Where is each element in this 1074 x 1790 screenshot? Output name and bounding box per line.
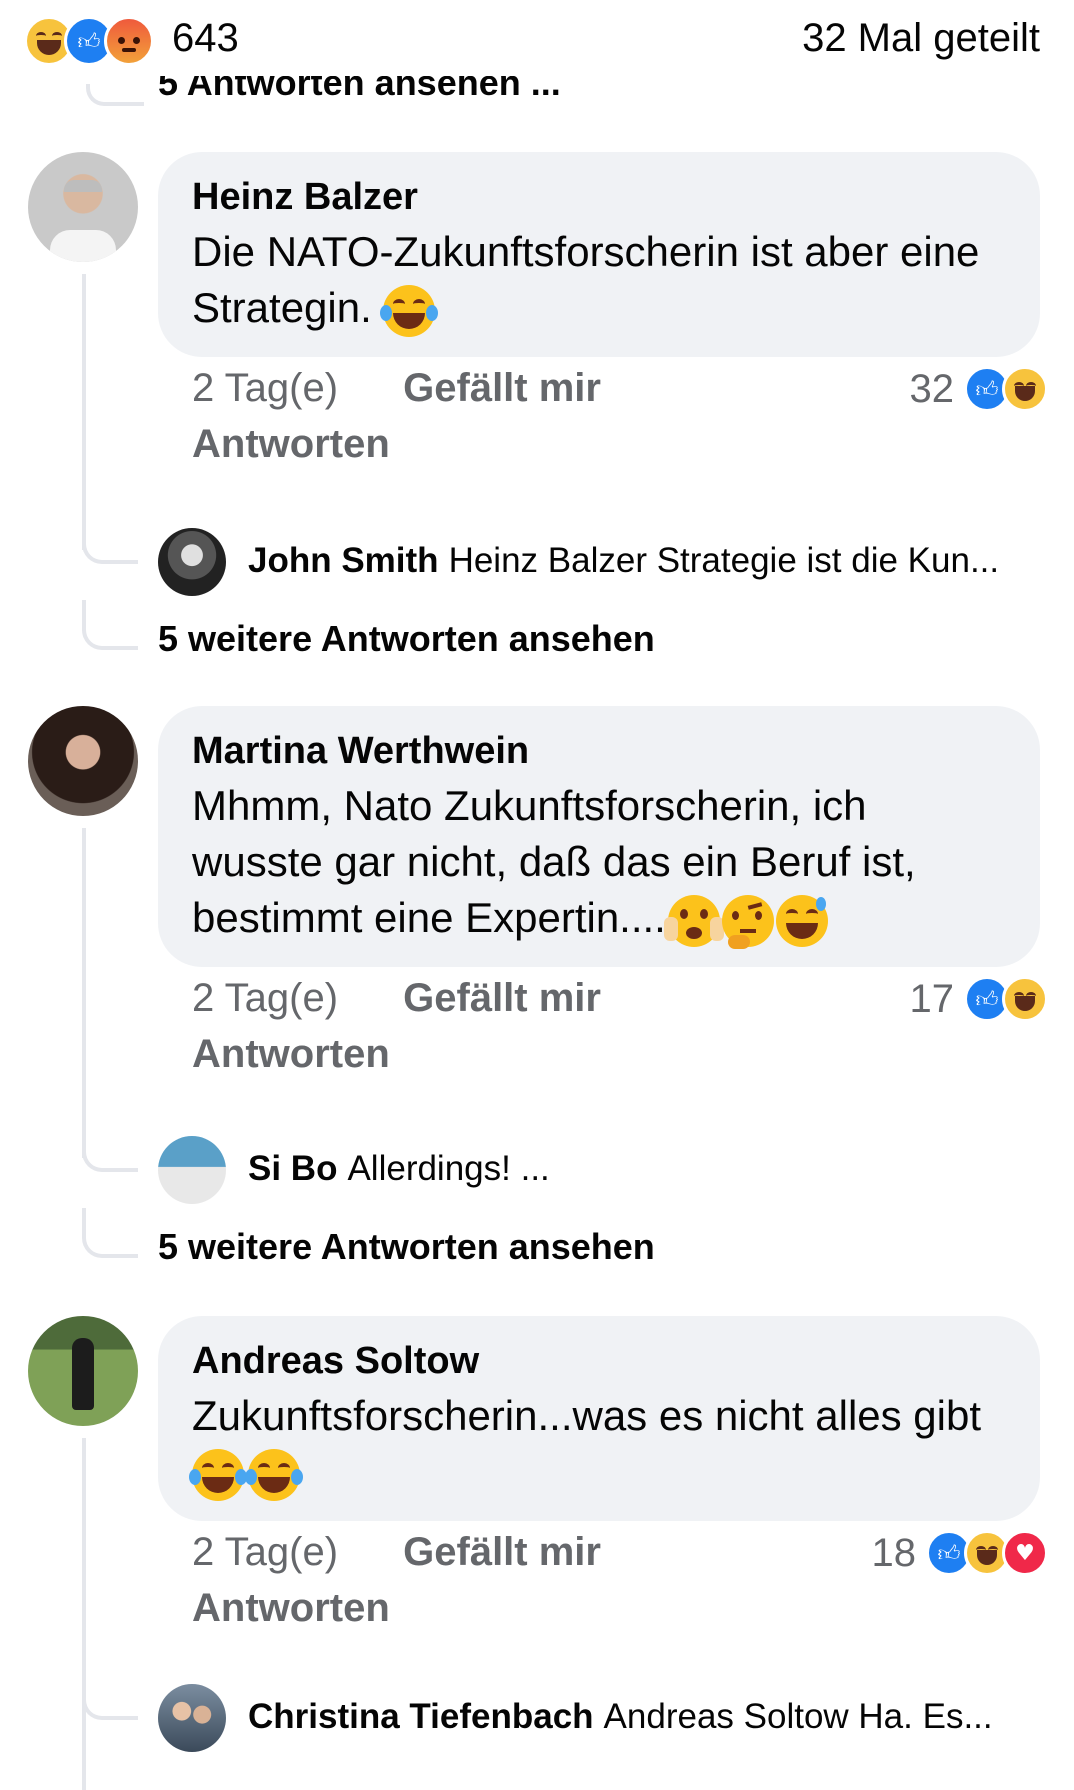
comment-reactions[interactable]: 17 👍︎ [909, 976, 1048, 1022]
comment-author[interactable]: Martina Werthwein [192, 724, 1006, 778]
tears-of-joy-emoji [189, 1448, 247, 1501]
reply-author[interactable]: Christina Tiefenbach [248, 1697, 594, 1737]
tears-of-joy-emoji [245, 1448, 303, 1501]
thread-line [82, 828, 86, 1158]
like-button[interactable]: Gefällt mir [403, 1530, 601, 1574]
comment-text: Die NATO-Zukunftsforscherin ist aber ein… [192, 224, 1006, 337]
avatar[interactable] [158, 1136, 226, 1204]
comment-text: Mhmm, Nato Zukunftsforscherin, ich wusst… [192, 778, 1006, 949]
reply-author[interactable]: Si Bo [248, 1149, 337, 1189]
thread-branch [82, 1676, 138, 1720]
comment-author[interactable]: Andreas Soltow [192, 1334, 1006, 1388]
reply-preview[interactable]: Si Bo Allerdings! ... [248, 1144, 550, 1194]
comment-time[interactable]: 2 Tag(e) [192, 976, 338, 1021]
thread-line [82, 1438, 86, 1790]
reply-author[interactable]: John Smith [248, 541, 439, 581]
avatar[interactable] [28, 1316, 138, 1426]
like-button[interactable]: Gefällt mir [403, 976, 601, 1020]
reply-preview[interactable]: Christina Tiefenbach Andreas Soltow Ha. … [248, 1692, 993, 1742]
comment-body: Die NATO-Zukunftsforscherin ist aber ein… [192, 228, 980, 331]
avatar[interactable] [28, 152, 138, 262]
comment-reactions[interactable]: 18 👍︎ ♥ [871, 1530, 1048, 1576]
reaction-count[interactable]: 643 [172, 14, 239, 62]
haha-icon [1002, 976, 1048, 1022]
angry-icon [104, 16, 154, 66]
comment-reaction-count: 18 [871, 1530, 917, 1575]
reply-text: Allerdings! ... [347, 1149, 550, 1188]
reply-text: Heinz Balzer Strategie ist die Kun... [448, 541, 1000, 580]
comment-meta: 2 Tag(e) Gefällt mir [192, 1530, 601, 1575]
share-count[interactable]: 32 Mal geteilt [802, 14, 1040, 62]
thread-branch [82, 1128, 138, 1172]
thread-branch [82, 520, 138, 564]
thread-line [82, 274, 86, 550]
comment-time[interactable]: 2 Tag(e) [192, 1530, 338, 1575]
thread-line [86, 84, 144, 106]
comment-meta: 2 Tag(e) Gefällt mir [192, 976, 601, 1021]
thread-branch [82, 1208, 138, 1258]
view-more-replies-link[interactable]: 5 weitere Antworten ansehen [158, 618, 655, 660]
reply-button[interactable]: Antworten [192, 1586, 390, 1631]
reply-button[interactable]: Antworten [192, 422, 390, 467]
comment-bubble: Andreas Soltow Zukunftsforscherin...was … [158, 1316, 1040, 1521]
comment-bubble: Heinz Balzer Die NATO-Zukunftsforscherin… [158, 152, 1040, 357]
post-stats-bar: 👍︎ 643 32 Mal geteilt [0, 0, 1074, 76]
comment-reaction-count: 17 [909, 976, 955, 1021]
post-reactions[interactable]: 👍︎ [24, 16, 154, 66]
avatar[interactable] [158, 1684, 226, 1752]
comment-meta: 2 Tag(e) Gefällt mir [192, 366, 601, 411]
comment-author[interactable]: Heinz Balzer [192, 170, 1006, 224]
comment-reaction-count: 32 [909, 366, 955, 411]
avatar[interactable] [28, 706, 138, 816]
sweat-smile-emoji [775, 894, 828, 947]
comment-time[interactable]: 2 Tag(e) [192, 366, 338, 411]
like-button[interactable]: Gefällt mir [403, 366, 601, 410]
scared-face-emoji [663, 894, 724, 947]
haha-icon [1002, 366, 1048, 412]
view-replies-link-cut[interactable]: 5 Antworten ansehen ... [158, 72, 561, 104]
love-icon: ♥ [1002, 1530, 1048, 1576]
comment-text: Zukunftsforscherin...was es nicht alles … [189, 1388, 1006, 1501]
thread-branch [82, 600, 138, 650]
view-more-replies-link[interactable]: 5 weitere Antworten ansehen [158, 1226, 655, 1268]
reply-preview[interactable]: John Smith Heinz Balzer Strategie ist di… [248, 536, 999, 586]
comment-reactions[interactable]: 32 👍︎ [909, 366, 1048, 412]
reply-button[interactable]: Antworten [192, 1032, 390, 1077]
thinking-face-emoji [721, 894, 774, 949]
tears-of-joy-emoji [380, 284, 439, 337]
comment-body: Zukunftsforscherin...was es nicht alles … [192, 1392, 982, 1439]
avatar[interactable] [158, 528, 226, 596]
reply-text: Andreas Soltow Ha. Es... [603, 1697, 993, 1736]
comment-bubble: Martina Werthwein Mhmm, Nato Zukunftsfor… [158, 706, 1040, 967]
